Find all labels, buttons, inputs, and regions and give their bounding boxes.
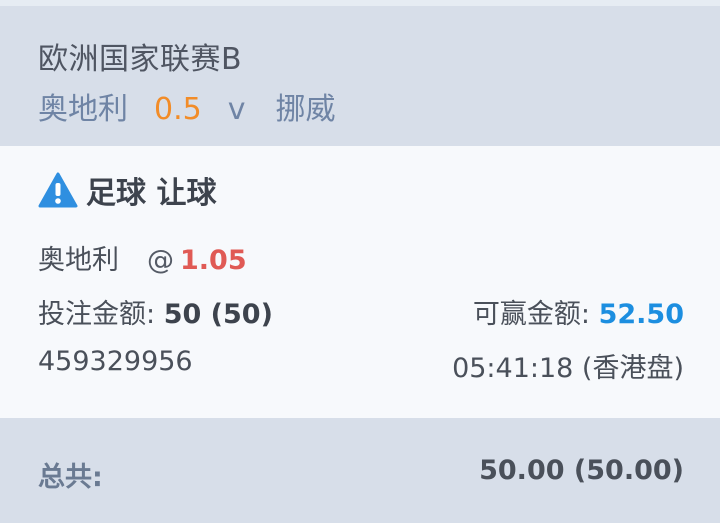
selection-row: 奥地利 @1.05 [38, 238, 247, 277]
vs-label: v [227, 92, 246, 127]
handicap-value: 0.5 [154, 92, 202, 127]
away-team: 挪威 [275, 92, 336, 127]
stake-row: 投注金额: 50 (50) [38, 292, 273, 331]
league-name: 欧洲国家联赛B [38, 42, 243, 77]
bet-type-label: 足球 让球 [86, 176, 217, 211]
total-label: 总共: [38, 462, 103, 493]
home-team: 奥地利 [38, 92, 128, 127]
ticket-id: 459329956 [38, 346, 193, 377]
stake-value: 50 (50) [163, 299, 273, 330]
selection-team: 奥地利 [38, 245, 119, 276]
total-value: 50.00 (50.00) [479, 455, 684, 486]
at-symbol: @ [147, 245, 174, 276]
stake-label: 投注金额: [38, 299, 156, 330]
win-value: 52.50 [598, 299, 684, 330]
win-label: 可赢金额: [472, 299, 590, 330]
bet-time: 05:41:18 (香港盘) [452, 353, 684, 384]
match-line: 奥地利 0.5 v 挪威 [38, 84, 335, 128]
bet-type-title: 足球 让球 [38, 170, 217, 211]
odds-value: 1.05 [180, 245, 247, 276]
warning-icon [38, 172, 78, 208]
win-row: 可赢金额: 52.50 [473, 292, 684, 331]
